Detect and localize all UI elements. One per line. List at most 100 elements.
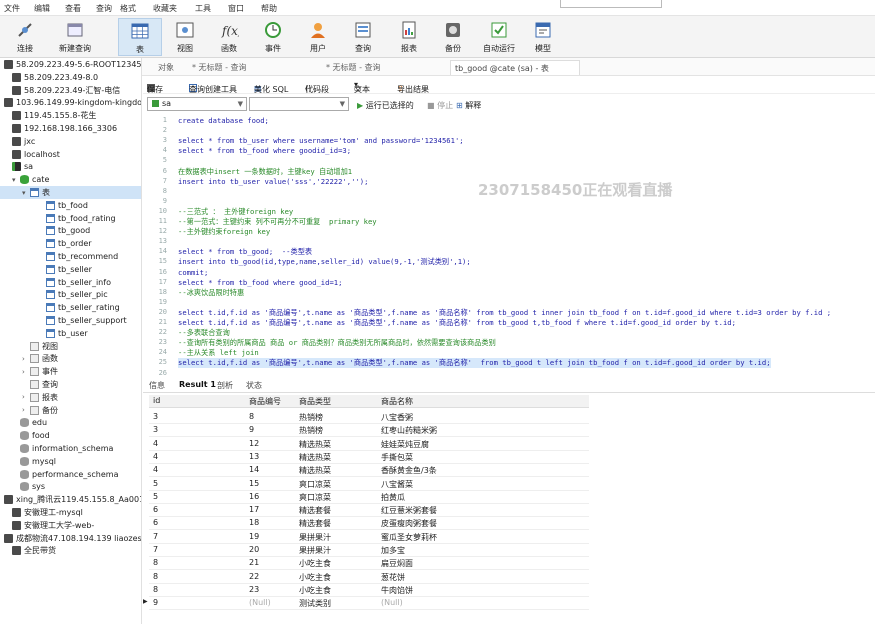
table-cell[interactable]: 小吃主食 bbox=[299, 558, 331, 569]
tree-item[interactable]: › 函数 bbox=[0, 352, 141, 365]
table-cell[interactable]: 热销榜 bbox=[299, 412, 323, 423]
table-cell[interactable]: 扁豆焖面 bbox=[381, 558, 413, 569]
table-cell[interactable]: 22 bbox=[249, 572, 259, 581]
table-cell[interactable]: 15 bbox=[249, 479, 259, 488]
table-cell[interactable]: 果拼果汁 bbox=[299, 545, 331, 556]
tree-item[interactable]: sys bbox=[0, 480, 141, 493]
table-cell[interactable]: 5 bbox=[153, 492, 158, 501]
table-cell[interactable]: 皮蛋瘦肉粥套餐 bbox=[381, 518, 437, 529]
table-cell[interactable]: 4 bbox=[153, 439, 158, 448]
table-cell[interactable]: 拍黄瓜 bbox=[381, 492, 405, 503]
table-cell[interactable]: 八宝香粥 bbox=[381, 412, 413, 423]
sql-line[interactable]: --主外键约束foreign key bbox=[178, 227, 270, 237]
backup-button[interactable]: 备份 bbox=[434, 18, 472, 56]
table-cell[interactable]: 20 bbox=[249, 545, 259, 554]
sql-line[interactable]: --主从关系 left join bbox=[178, 348, 259, 358]
sql-line[interactable]: select * from tb_user where username='to… bbox=[178, 136, 464, 145]
menu-window[interactable]: 窗口 bbox=[228, 3, 244, 14]
sql-line[interactable]: create database food; bbox=[178, 116, 269, 125]
column-header-product-name[interactable]: 商品名称 bbox=[381, 396, 413, 407]
table-cell[interactable]: 8 bbox=[249, 412, 254, 421]
sql-line[interactable]: select t.id,f.id as '商品编号',t.name as '商品… bbox=[178, 318, 736, 328]
tree-item[interactable]: › 备份 bbox=[0, 404, 141, 417]
expand-arrow-icon[interactable]: ▾ bbox=[12, 176, 20, 184]
auto-run-button[interactable]: 自动运行 bbox=[478, 18, 520, 56]
column-header-product-type[interactable]: 商品类型 bbox=[299, 396, 331, 407]
table-cell[interactable]: 16 bbox=[249, 492, 259, 501]
column-header-product-no[interactable]: 商品编号 bbox=[249, 396, 281, 407]
table-cell[interactable]: 23 bbox=[249, 585, 259, 594]
table-cell[interactable]: 八宝酱菜 bbox=[381, 479, 413, 490]
tree-item[interactable]: 103.96.149.99-kingdom-kingdom bbox=[0, 96, 141, 109]
table-cell[interactable]: 精选热菜 bbox=[299, 452, 331, 463]
sql-line[interactable]: select * from tb_food where good_id=1; bbox=[178, 278, 342, 287]
column-header-id[interactable]: id bbox=[153, 396, 160, 405]
sql-line[interactable]: --多表联合查询 bbox=[178, 328, 230, 338]
table-cell[interactable]: 精选热菜 bbox=[299, 465, 331, 476]
tab-profile[interactable]: 剖析 bbox=[217, 380, 233, 391]
table-cell[interactable]: 4 bbox=[153, 465, 158, 474]
table-cell[interactable]: 19 bbox=[249, 532, 259, 541]
table-cell[interactable]: 3 bbox=[153, 425, 158, 434]
table-cell[interactable]: 8 bbox=[153, 558, 158, 567]
tree-item[interactable]: 全民带货 bbox=[0, 544, 141, 557]
tree-item[interactable]: 58.209.223.49-汇智-电信 bbox=[0, 84, 141, 97]
table-cell[interactable]: 小吃主食 bbox=[299, 585, 331, 596]
expand-arrow-icon[interactable]: › bbox=[22, 355, 30, 363]
table-cell[interactable]: 加多宝 bbox=[381, 545, 405, 556]
user-button[interactable]: 用户 bbox=[299, 18, 337, 56]
expand-arrow-icon[interactable]: › bbox=[22, 406, 30, 414]
table-cell[interactable]: 葱花饼 bbox=[381, 572, 405, 583]
table-cell[interactable]: 热销榜 bbox=[299, 425, 323, 436]
view-button[interactable]: 视图 bbox=[166, 18, 204, 56]
menu-edit[interactable]: 编辑 bbox=[34, 3, 50, 14]
table-cell[interactable]: 21 bbox=[249, 558, 259, 567]
tree-item[interactable]: 成都物流47.108.194.139 liaozesc bbox=[0, 532, 141, 545]
expand-arrow-icon[interactable]: › bbox=[22, 368, 30, 376]
run-selected-button[interactable]: ▶ 运行已选择的 bbox=[357, 100, 414, 111]
table-cell[interactable]: 精选套餐 bbox=[299, 505, 331, 516]
table-cell[interactable]: 牛肉馅饼 bbox=[381, 585, 413, 596]
menu-query[interactable]: 查询 bbox=[96, 3, 112, 14]
function-button[interactable]: f(x) 函数 bbox=[210, 18, 248, 56]
table-cell[interactable]: 红枣山药糙米粥 bbox=[381, 425, 437, 436]
table-cell[interactable]: (Null) bbox=[249, 598, 271, 607]
tree-item[interactable]: jxc bbox=[0, 135, 141, 148]
table-row[interactable]: 3 8 热销榜 八宝香粥 bbox=[149, 410, 459, 423]
menu-favorites[interactable]: 收藏夹 bbox=[153, 3, 177, 14]
expand-arrow-icon[interactable]: ▾ bbox=[22, 189, 30, 197]
sql-editor[interactable]: 1 create database food; 2 3 select * from tb… bbox=[143, 114, 875, 377]
table-cell[interactable]: 8 bbox=[153, 585, 158, 594]
table-cell[interactable]: 5 bbox=[153, 479, 158, 488]
menu-format[interactable]: 格式 bbox=[120, 3, 136, 14]
table-cell[interactable]: 精选热菜 bbox=[299, 439, 331, 450]
tree-item[interactable]: tb_seller_pic bbox=[0, 288, 141, 301]
table-row[interactable]: 3 9 热销榜 红枣山药糙米粥 bbox=[149, 423, 459, 436]
tree-item[interactable]: tb_user bbox=[0, 327, 141, 340]
table-cell[interactable]: (Null) bbox=[381, 598, 403, 607]
table-row[interactable]: 8 22 小吃主食 葱花饼 bbox=[149, 570, 459, 583]
table-cell[interactable]: 红豆薏米粥套餐 bbox=[381, 505, 437, 516]
tree-item[interactable]: 安徽理工大学-web- bbox=[0, 519, 141, 532]
tree-item[interactable]: 58.209.223.49-8.0 bbox=[0, 71, 141, 84]
table-cell[interactable]: 小吃主食 bbox=[299, 572, 331, 583]
menu-tools[interactable]: 工具 bbox=[195, 3, 211, 14]
table-cell[interactable]: 娃娃菜炖豆腐 bbox=[381, 439, 429, 450]
sql-line[interactable]: select t.id,f.id as '商品编号',t.name as '商品… bbox=[178, 308, 831, 318]
tree-item[interactable]: 58.209.223.49-5.6-ROOT123456 bbox=[0, 58, 141, 71]
sql-line[interactable]: insert into tb_good(id,type,name,seller_… bbox=[178, 257, 471, 267]
tree-item[interactable]: food bbox=[0, 429, 141, 442]
result-grid[interactable]: id 商品编号 商品类型 商品名称 3 8 热销榜 八宝香粥 3 9 热销榜 红枣山药糙米粥 4… bbox=[143, 395, 875, 624]
tab-status[interactable]: 状态 bbox=[246, 380, 262, 391]
table-row[interactable]: 5 16 爽口凉菜 拍黄瓜 bbox=[149, 490, 459, 503]
table-cell[interactable]: 6 bbox=[153, 518, 158, 527]
explain-button[interactable]: ⊞ 解释 bbox=[456, 100, 481, 111]
sql-line[interactable]: --冰爽饮品限时特惠 bbox=[178, 288, 244, 298]
table-cell[interactable]: 手撕包菜 bbox=[381, 452, 413, 463]
table-cell[interactable]: 12 bbox=[249, 439, 259, 448]
query-button[interactable]: 查询 bbox=[344, 18, 382, 56]
tree-item[interactable]: ▾ cate bbox=[0, 173, 141, 186]
database-select[interactable]: ▼ bbox=[249, 97, 349, 111]
table-cell[interactable]: 18 bbox=[249, 518, 259, 527]
table-row[interactable]: 4 13 精选热菜 手撕包菜 bbox=[149, 450, 459, 463]
